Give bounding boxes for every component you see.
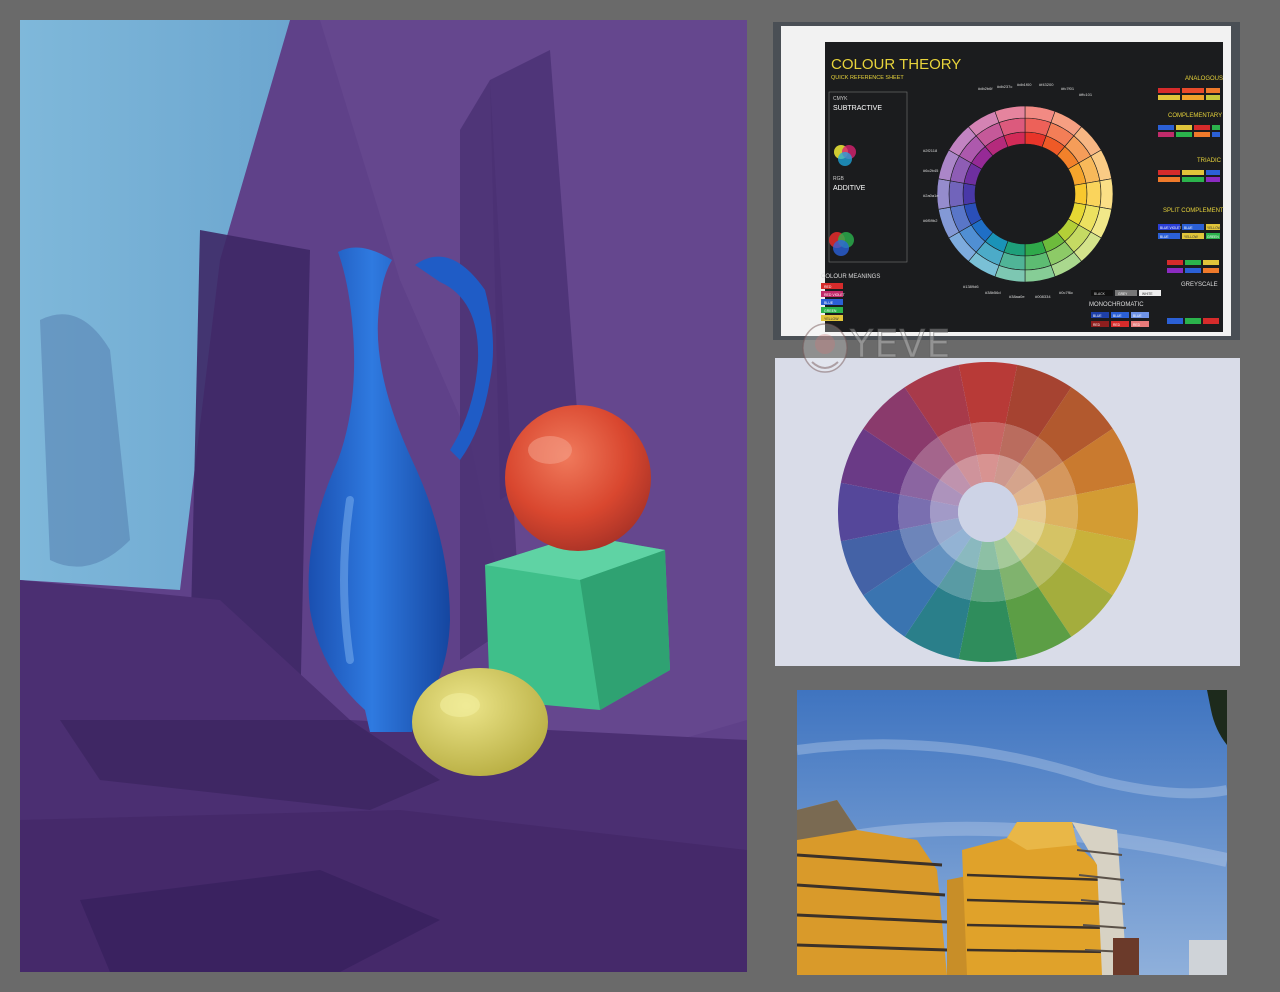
svg-text:#6f59b2: #6f59b2 [923,218,938,223]
svg-text:#2a0a1e: #2a0a1e [923,193,939,198]
greyscale-swatches: BLACK GREY WHITE [1091,290,1161,296]
svg-text:BLUE: BLUE [1113,314,1122,318]
meaning-tags: RED RED VIOLET BLUE GREEN YELLOW [821,283,846,321]
svg-text:#2f2118: #2f2118 [923,148,938,153]
sheet-subtitle: QUICK REFERENCE SHEET [831,75,904,81]
svg-text:BLUE VIOLET: BLUE VIOLET [1160,226,1181,230]
svg-text:BLUE: BLUE [1160,235,1169,239]
svg-text:#ffc101: #ffc101 [1079,92,1093,97]
svg-text:RED: RED [1133,323,1141,327]
svg-text:GREEN: GREEN [824,309,837,313]
colour-wheel-center [975,144,1075,244]
monochromatic-label: MONOCHROMATIC [1089,302,1144,308]
watermark-text: YEVE [849,322,952,367]
cmyk-label: CMYK [833,96,848,102]
svg-text:#0c7f6c: #0c7f6c [1059,290,1073,295]
building-sky-svg [797,690,1227,975]
subtractive-label: SUBTRACTIVE [833,105,882,112]
wheel-segment [1085,180,1102,208]
watermark-logo-icon [802,323,848,373]
rgb-label: RGB [833,176,845,182]
colour-theory-sheet-photo: COLOUR THEORY QUICK REFERENCE SHEET CMYK… [773,22,1240,340]
meanings-label: COLOUR MEANINGS [821,274,880,280]
svg-text:RED: RED [1093,323,1101,327]
svg-text:RED: RED [1113,323,1121,327]
greyscale-label: GREYSCALE [1181,282,1218,288]
svg-text:BLUE: BLUE [1093,314,1102,318]
svg-text:#008334: #008334 [1035,294,1051,299]
wheel-segment [948,180,965,208]
svg-text:YELLOW: YELLOW [1207,226,1222,230]
svg-text:BLACK: BLACK [1094,292,1106,296]
svg-text:#1389d6: #1389d6 [963,284,979,289]
additive-label: ADDITIVE [833,185,866,192]
complementary-label: COMPLEMENTARY [1168,113,1222,119]
svg-text:WHITE: WHITE [1142,292,1153,296]
wheel-segment [1099,178,1114,210]
building-sky-photo [797,690,1227,975]
analogous-label: ANALOGOUS [1185,76,1223,82]
small-building [1113,938,1139,975]
colour-wheel-photo-svg [775,358,1240,666]
colour-wheel-photo [775,358,1240,666]
triadic-label: TRIADIC [1197,158,1222,164]
svg-text:#38aa0e: #38aa0e [1009,294,1025,299]
svg-text:BLUE: BLUE [1184,226,1193,230]
sheet-title: COLOUR THEORY [831,56,961,73]
svg-text:GREEN: GREEN [1207,235,1219,239]
still-life-painting [20,20,747,972]
svg-text:RED: RED [824,285,832,289]
svg-text:RED VIOLET: RED VIOLET [824,293,846,297]
colour-theory-sheet-svg: COLOUR THEORY QUICK REFERENCE SHEET CMYK… [773,22,1240,340]
lemon [412,668,548,776]
wheel-segment [970,422,1006,456]
svg-text:#38b56d: #38b56d [985,290,1001,295]
svg-text:#fc7f01: #fc7f01 [1061,86,1075,91]
svg-text:#f43200: #f43200 [1039,82,1054,87]
wheel-segment [1073,182,1088,206]
svg-text:#db2b6f: #db2b6f [978,86,993,91]
still-life-svg [20,20,747,972]
svg-text:BLUE: BLUE [1133,314,1142,318]
wheel-segment [962,182,977,206]
svg-text:YELLOW: YELLOW [1184,235,1199,239]
wheel-segment [970,568,1006,602]
svg-text:#db1f00: #db1f00 [1017,82,1032,87]
ball [505,405,651,551]
split-complement-label: SPLIT COMPLEMENT [1163,208,1224,214]
svg-text:#6c2b45: #6c2b45 [923,168,939,173]
wheel-segment [898,494,932,530]
wheel-segment [936,178,951,210]
wheel-segment [1044,494,1078,530]
distant-building [1189,940,1227,975]
painted-wheel-center [958,482,1018,542]
svg-text:BLUE: BLUE [824,301,834,305]
svg-text:GREY: GREY [1118,292,1128,296]
svg-text:#db237c: #db237c [997,84,1012,89]
